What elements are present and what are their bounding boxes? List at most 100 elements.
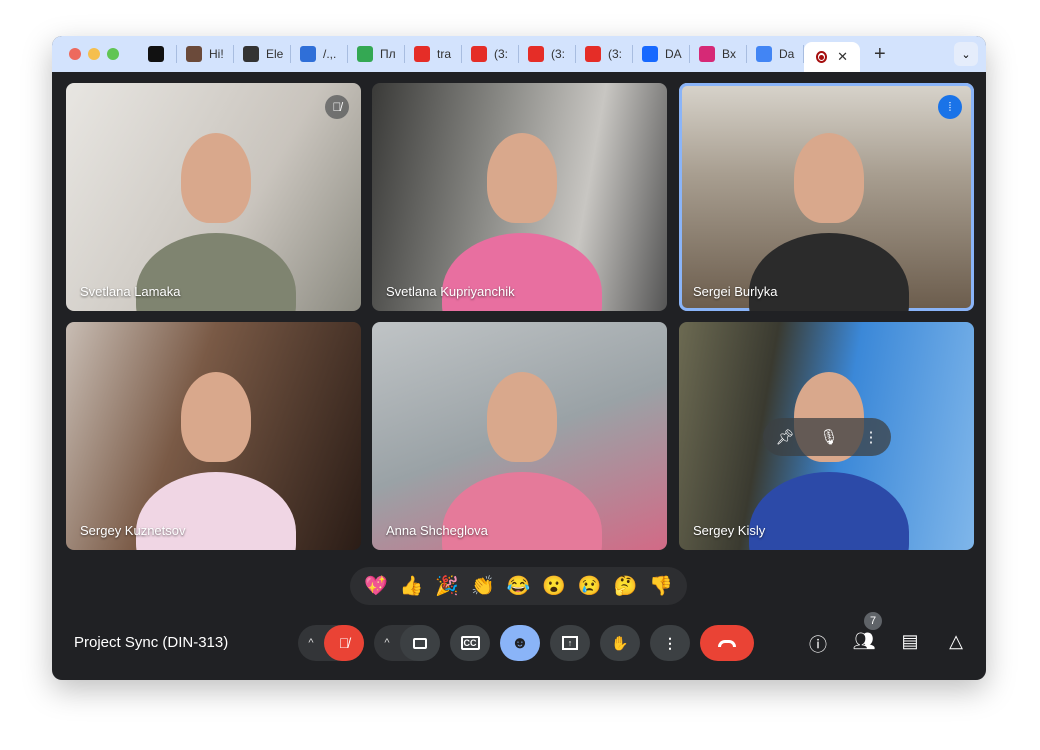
- tab-label: Hi!: [209, 47, 224, 61]
- plus-sheet-icon: [357, 46, 373, 62]
- browser-tab[interactable]: tra: [405, 45, 462, 63]
- tab-search-dropdown[interactable]: ⌄: [954, 42, 978, 66]
- more-vert-icon: ⋮: [663, 634, 677, 651]
- pin-icon[interactable]: 📌︎: [775, 428, 794, 446]
- behance-icon: [642, 46, 658, 62]
- captions-button[interactable]: CC: [450, 625, 490, 661]
- participant-name: Anna Shcheglova: [386, 523, 488, 538]
- chat-icon[interactable]: ▤: [898, 631, 922, 657]
- browser-tab[interactable]: DA: [633, 45, 690, 63]
- participant-name: Sergey Kuznetsov: [80, 523, 186, 538]
- participant-video: [487, 372, 557, 462]
- instagram-icon: [699, 46, 715, 62]
- maximize-window-button[interactable]: [107, 48, 119, 60]
- participant-video: [136, 472, 296, 550]
- participant-video: [749, 472, 909, 550]
- avatar-icon: [186, 46, 202, 62]
- mic-icon[interactable]: 🎙︎: [820, 428, 839, 446]
- close-window-button[interactable]: [69, 48, 81, 60]
- browser-tab[interactable]: Da: [747, 45, 804, 63]
- youtube-icon: [471, 46, 487, 62]
- muted-mic-icon: 🎙̸: [325, 95, 349, 119]
- mic-off-button[interactable]: 🎙̸: [324, 625, 364, 661]
- youtube-icon: [585, 46, 601, 62]
- speaking-indicator-icon: ⦙: [938, 95, 962, 119]
- info-icon[interactable]: ⓘ: [806, 631, 830, 657]
- browser-tab[interactable]: (3:: [519, 45, 576, 63]
- browser-tab[interactable]: Hi!: [177, 45, 234, 63]
- participant-tile[interactable]: Sergey Kisly 📌︎ 🎙︎ ⋮: [679, 322, 974, 550]
- audio-options-button[interactable]: ^: [298, 637, 324, 649]
- reaction-emoji-button[interactable]: 😢: [578, 574, 602, 598]
- participant-video: [487, 133, 557, 223]
- participant-tile[interactable]: Sergei Burlyka ⦙: [679, 83, 974, 311]
- participant-tile[interactable]: Svetlana Lamaka 🎙̸: [66, 83, 361, 311]
- youtube-icon: [528, 46, 544, 62]
- hang-up-icon: [718, 639, 736, 647]
- reactions-button[interactable]: ☻: [500, 625, 540, 661]
- reaction-emoji-button[interactable]: 👏: [471, 574, 495, 598]
- participant-video: [749, 233, 909, 311]
- browser-tab[interactable]: (3:: [576, 45, 633, 63]
- meeting-tools: ⓘ 👥︎ ▤ △: [806, 631, 968, 657]
- participant-name: Sergey Kisly: [693, 523, 766, 538]
- reaction-emoji-button[interactable]: 😂: [507, 574, 531, 598]
- hand-icon: ✋: [611, 634, 629, 651]
- reaction-emoji-button[interactable]: 🎉: [435, 574, 459, 598]
- tab-meet-active[interactable]: ✕: [804, 42, 860, 72]
- reaction-emoji-button[interactable]: 😮: [542, 574, 566, 598]
- youtube-icon: [414, 46, 430, 62]
- present-button[interactable]: ↑: [550, 625, 590, 661]
- present-screen-icon: ↑: [562, 636, 578, 650]
- participant-video: [442, 472, 602, 550]
- browser-tab[interactable]: Пл: [348, 45, 405, 63]
- browser-tab[interactable]: [139, 45, 177, 63]
- tab-label: Da: [779, 47, 795, 61]
- meeting-title: Project Sync (DIN-313): [74, 634, 229, 651]
- activities-icon[interactable]: △: [944, 631, 968, 657]
- tab-label: DA: [665, 47, 682, 61]
- close-tab-icon[interactable]: ✕: [837, 49, 848, 65]
- reaction-emoji-button[interactable]: 💖: [364, 574, 388, 598]
- reaction-emoji-button[interactable]: 👍: [400, 574, 424, 598]
- tab-label: /.,.: [323, 47, 337, 61]
- call-controls: ^ 🎙̸ ^ CC ☻ ↑ ✋ ⋮: [298, 625, 754, 661]
- participant-name: Sergei Burlyka: [693, 284, 778, 299]
- participant-name: Svetlana Lamaka: [80, 284, 181, 299]
- new-tab-button[interactable]: +: [874, 43, 886, 66]
- eye-icon: [243, 46, 259, 62]
- video-options-button[interactable]: ^: [374, 637, 400, 649]
- tab-label: (3:: [494, 47, 509, 61]
- participant-video: [181, 372, 251, 462]
- reaction-emoji-button[interactable]: 🤔: [614, 574, 638, 598]
- participant-video: [181, 133, 251, 223]
- participant-tile[interactable]: Anna Shcheglova: [372, 322, 667, 550]
- minimize-window-button[interactable]: [88, 48, 100, 60]
- more-options-button[interactable]: ⋮: [650, 625, 690, 661]
- raise-hand-button[interactable]: ✋: [600, 625, 640, 661]
- window-controls: [69, 48, 119, 60]
- tab-label: (3:: [608, 47, 623, 61]
- participant-name: Svetlana Kupriyanchik: [386, 284, 515, 299]
- browser-tab[interactable]: (3:: [462, 45, 519, 63]
- camera-button[interactable]: [400, 625, 440, 661]
- participant-tile[interactable]: Svetlana Kupriyanchik: [372, 83, 667, 311]
- browser-tab[interactable]: /.,.: [291, 45, 348, 63]
- tab-label: Bx: [722, 47, 737, 61]
- participant-tile[interactable]: Sergey Kuznetsov: [66, 322, 361, 550]
- tab-label: tra: [437, 47, 452, 61]
- mic-off-icon: 🎙̸: [338, 635, 350, 651]
- browser-window: Hi! Ele /.,. Пл tra (3: (3: (3: DA Bx Da ✕ + ⌄ Sve…: [52, 36, 986, 680]
- browser-tab[interactable]: Ele: [234, 45, 291, 63]
- recording-icon: [816, 51, 828, 63]
- smiley-icon: ☻: [511, 633, 529, 652]
- participant-video: [136, 233, 296, 311]
- more-vert-icon[interactable]: ⋮: [864, 428, 879, 446]
- participant-count-badge: 7: [864, 612, 882, 630]
- pscs-icon: [148, 46, 164, 62]
- leave-call-button[interactable]: [700, 625, 754, 661]
- video-camera-icon: [413, 637, 427, 649]
- reaction-emoji-button[interactable]: 👎: [649, 574, 673, 598]
- browser-tab[interactable]: Bx: [690, 45, 747, 63]
- people-icon[interactable]: 👥︎: [852, 631, 876, 657]
